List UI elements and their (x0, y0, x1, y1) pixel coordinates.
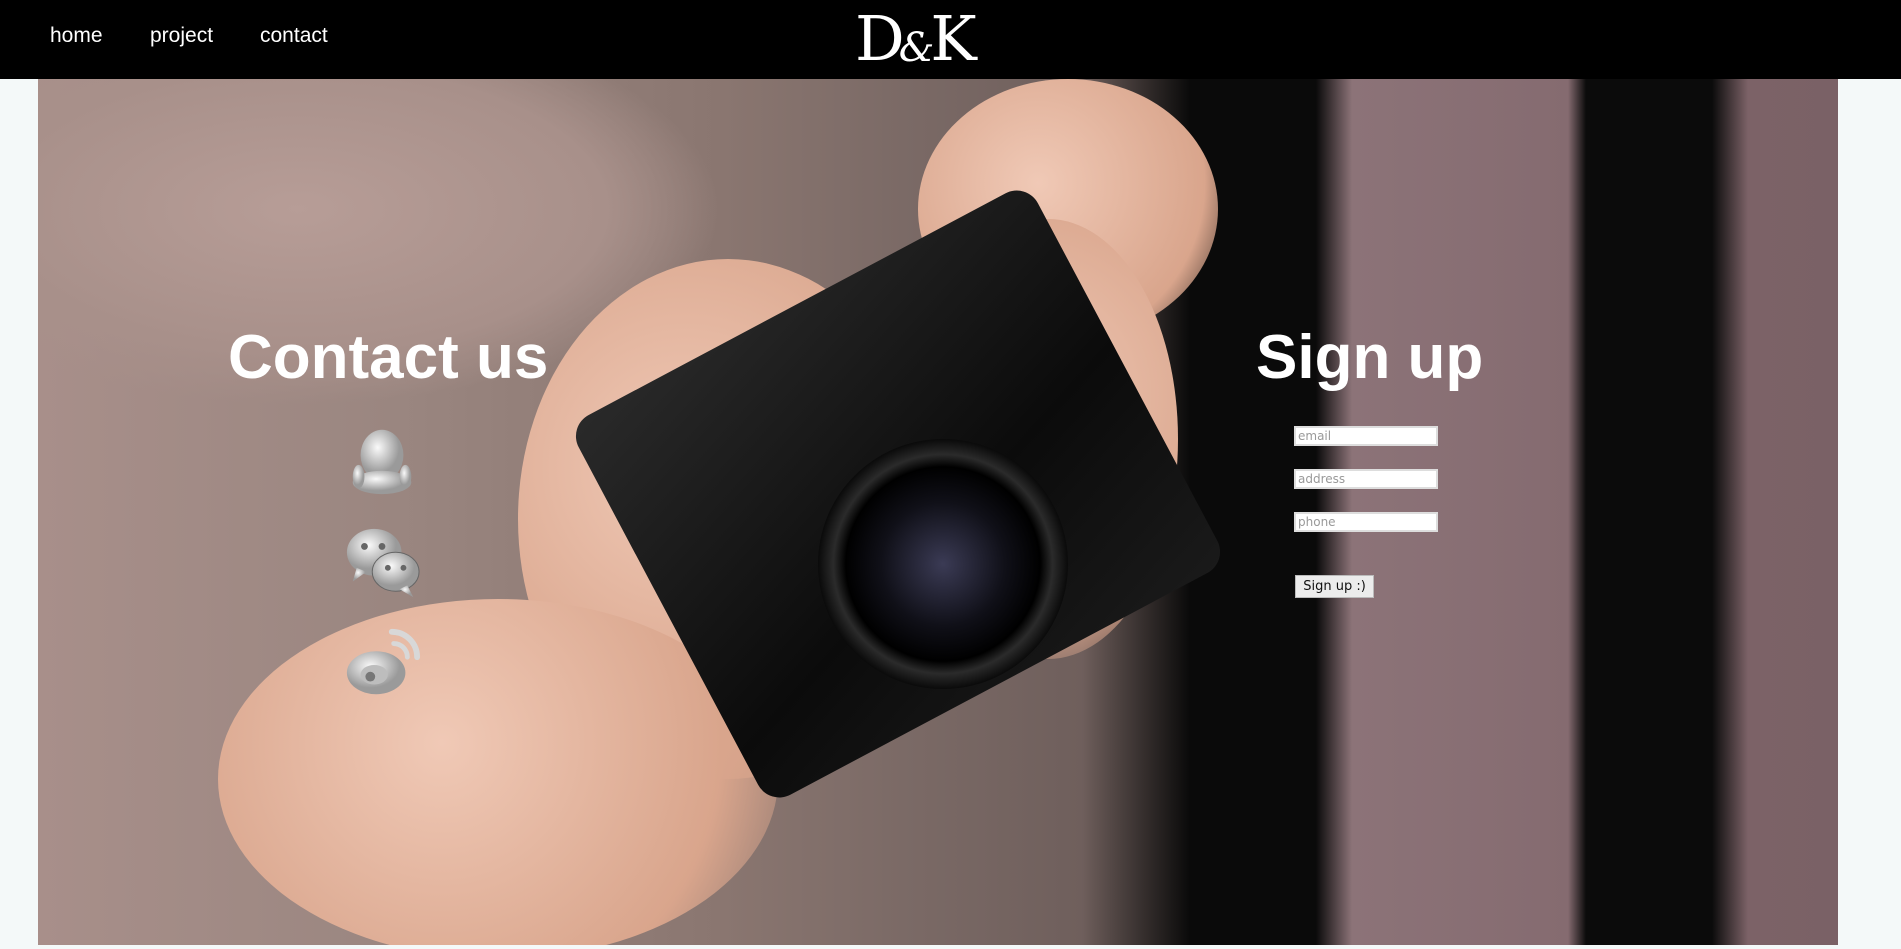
logo-letter-d: D (855, 2, 905, 75)
address-field[interactable] (1294, 469, 1438, 489)
nav-home-link[interactable]: home (50, 24, 103, 48)
logo-ampersand: & (898, 25, 935, 71)
sign-up-button[interactable]: Sign up :) (1295, 575, 1374, 598)
sign-up-heading: Sign up (1256, 323, 1484, 392)
phone-field[interactable] (1294, 512, 1438, 532)
hero-background-photo (38, 79, 1838, 945)
nav-contact-link[interactable]: contact (260, 24, 328, 48)
header-bar: home project contact D & K (0, 0, 1901, 79)
weibo-icon[interactable] (343, 624, 421, 702)
nav-project-link[interactable]: project (150, 24, 213, 48)
brand-logo[interactable]: D & K (855, 2, 977, 75)
logo-letter-k: K (930, 2, 976, 75)
qq-icon[interactable] (343, 422, 421, 500)
wechat-icon[interactable] (343, 523, 421, 601)
email-field[interactable] (1294, 426, 1438, 446)
contact-us-heading: Contact us (228, 323, 549, 392)
hero-photo-woman-with-camera (38, 79, 1838, 945)
